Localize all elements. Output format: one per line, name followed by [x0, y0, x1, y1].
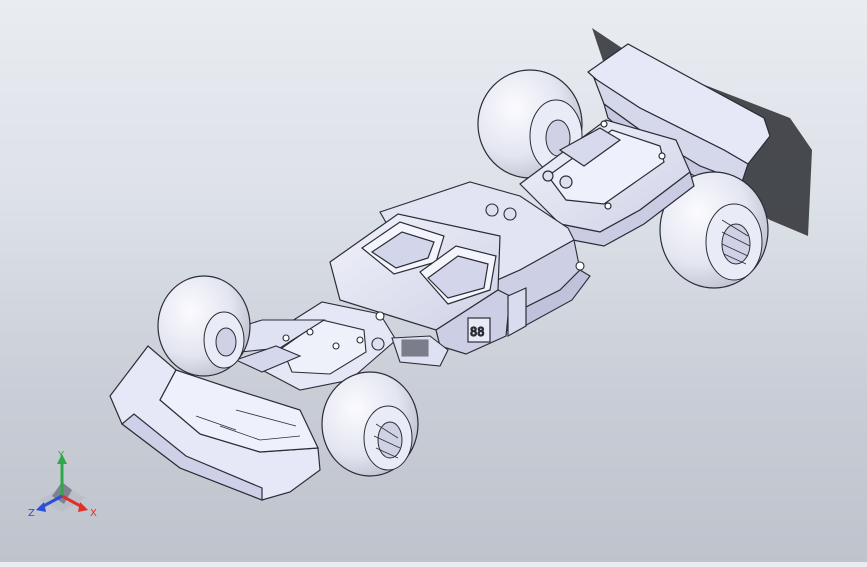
- view-orientation-triad[interactable]: Y X Z: [22, 446, 106, 526]
- triad-x-label: X: [90, 508, 97, 519]
- car-model[interactable]: 88: [0, 0, 867, 562]
- svg-text:88: 88: [470, 325, 484, 339]
- triad-z-label: Z: [28, 508, 35, 519]
- front-right-wheel: [321, 371, 419, 477]
- front-left-wheel: [157, 275, 251, 377]
- graphics-viewport[interactable]: 88 Y X Z: [0, 0, 867, 562]
- triad-y-label: Y: [57, 450, 65, 461]
